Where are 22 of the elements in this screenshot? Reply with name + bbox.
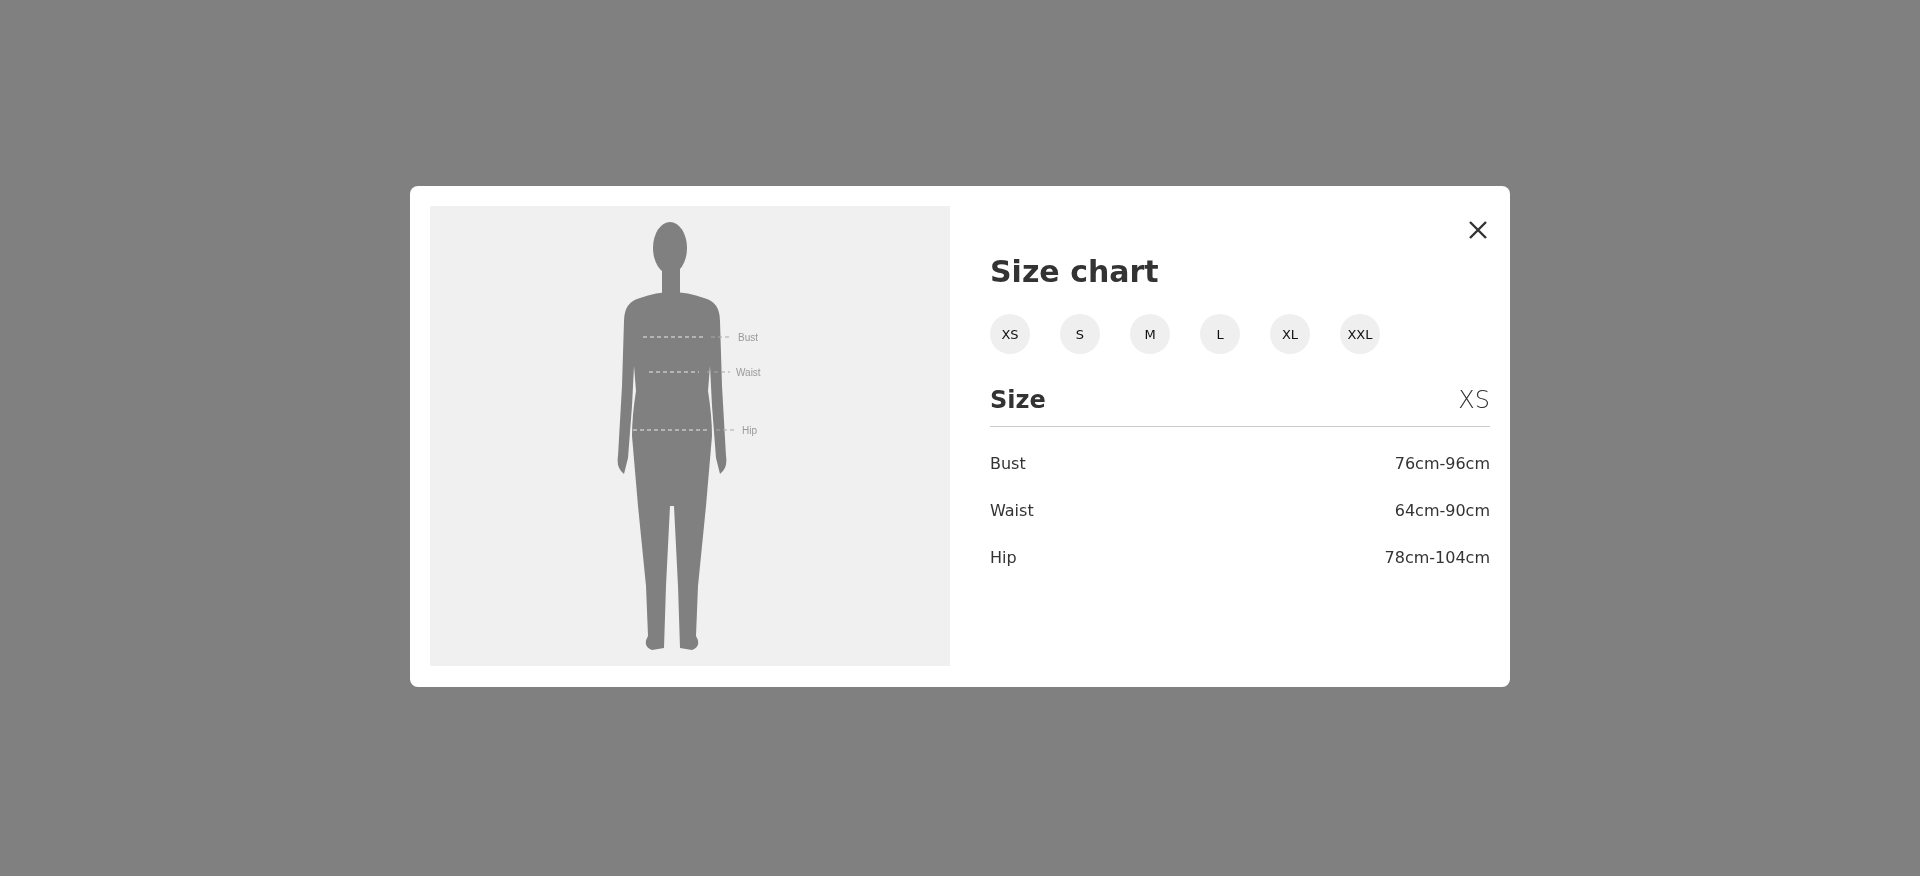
measurement-value: 76cm-96cm (1394, 453, 1490, 474)
close-icon (1468, 220, 1488, 240)
size-option[interactable]: XS (990, 314, 1030, 354)
size-option[interactable]: S (1060, 314, 1100, 354)
measurement-label: Bust (738, 331, 758, 343)
size-option[interactable]: L (1200, 314, 1240, 354)
measurement-line (648, 371, 700, 373)
measurement-line (642, 336, 704, 338)
measurement-value: 78cm-104cm (1384, 547, 1490, 568)
measurement-name: Hip (990, 547, 1017, 568)
size-heading: Size (990, 386, 1046, 414)
measurement-label: Hip (742, 424, 757, 436)
measurement-name: Bust (990, 453, 1026, 474)
measurement-value: 64cm-90cm (1394, 500, 1490, 521)
dialog-title: Size chart (990, 253, 1160, 291)
current-size: XS (1458, 386, 1490, 414)
size-option[interactable]: XL (1270, 314, 1310, 354)
measurement-label: Waist (736, 366, 761, 378)
leader-line (715, 429, 737, 431)
size-option[interactable]: XXL (1340, 314, 1380, 354)
size-option[interactable]: M (1130, 314, 1170, 354)
measurement-name: Waist (990, 500, 1034, 521)
